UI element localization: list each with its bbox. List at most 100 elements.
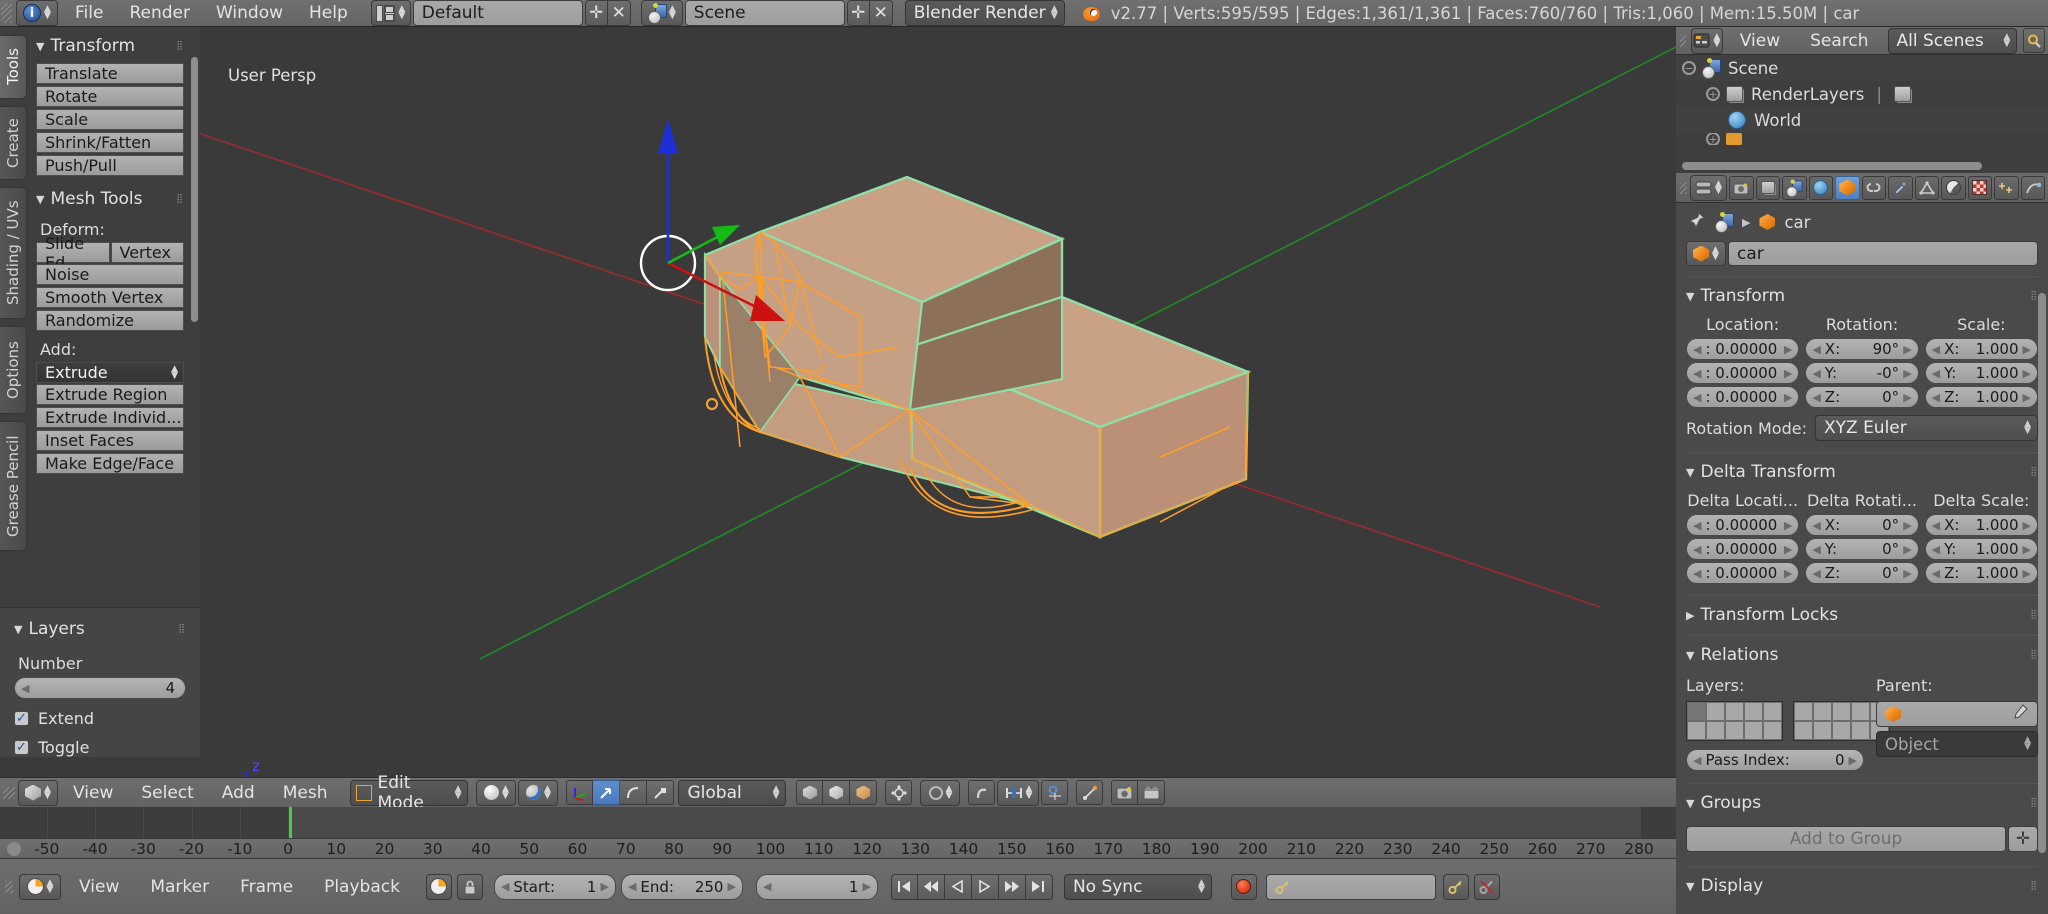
button-add-group-plus[interactable]: ✛ — [2008, 826, 2038, 852]
field-parent-object[interactable] — [1876, 701, 2038, 727]
scene-icon[interactable] — [1715, 212, 1734, 233]
layer-cell[interactable] — [1851, 702, 1870, 721]
dropdown-extrude[interactable]: Extrude ▲ ▼ — [36, 362, 184, 383]
field-pass-index[interactable]: ◀ Pass Index: 0 ▶ — [1686, 749, 1864, 771]
button-inset-faces[interactable]: Inset Faces — [36, 430, 184, 451]
field-location-x[interactable]: ◀: 0.00000 ▶ — [1686, 338, 1800, 360]
layer-cell[interactable] — [1813, 721, 1832, 740]
auto-keyframe-button[interactable] — [1230, 873, 1257, 900]
field-end-frame[interactable]: ◀ End: 250 ▶ — [620, 873, 743, 900]
proportional-edit-selector[interactable]: ▲ ▼ — [920, 779, 961, 806]
tab-shading-uvs[interactable]: Shading / UVs — [0, 187, 27, 319]
v3d-menu-view[interactable]: View — [60, 780, 126, 806]
editor-type-selector-properties[interactable]: ▲ ▼ — [1689, 174, 1728, 201]
add-screen-button[interactable]: ✛ — [584, 0, 608, 26]
render-layers-icon[interactable] — [1893, 86, 1911, 102]
layer-cell[interactable] — [1687, 702, 1706, 721]
layer-cell[interactable] — [1744, 702, 1763, 721]
properties-scrollbar[interactable] — [2038, 293, 2046, 853]
sync-mode-selector[interactable]: No Sync ▲ ▼ — [1063, 873, 1212, 900]
menu-help[interactable]: Help — [296, 0, 361, 26]
layer-cell[interactable] — [1794, 702, 1813, 721]
outliner-display-mode-selector[interactable]: All Scenes ▲ ▼ — [1887, 27, 2018, 54]
screen-layout-name-field[interactable]: Default — [412, 0, 583, 26]
layer-cell[interactable] — [1851, 721, 1870, 740]
properties-tab-data[interactable] — [1914, 175, 1940, 200]
insert-keyframe-button[interactable] — [1442, 873, 1469, 900]
layer-cell[interactable] — [1706, 702, 1725, 721]
layer-cell[interactable] — [1832, 721, 1851, 740]
add-scene-button[interactable]: ✛ — [846, 0, 870, 26]
expand-icon[interactable]: + — [1706, 133, 1720, 145]
checkbox-extend[interactable]: ✓ Extend — [14, 709, 186, 728]
field-start-frame[interactable]: ◀ Start: 1 ▶ — [493, 873, 616, 900]
timeline-menu-playback[interactable]: Playback — [311, 874, 413, 900]
outliner-filter-search-icon[interactable] — [2023, 28, 2045, 53]
render-animation-button[interactable] — [1138, 780, 1166, 805]
pivot-point-selector[interactable]: ▲ ▼ — [518, 779, 559, 806]
field-delta-location-z[interactable]: ◀: 0.00000 ▶ — [1686, 562, 1800, 584]
editor-type-selector-outliner[interactable]: ▲ ▼ — [1690, 27, 1723, 54]
translate-manipulator-button[interactable] — [593, 780, 621, 805]
transform-orientation-selector[interactable]: Global ▲ ▼ — [678, 779, 787, 806]
layer-cell[interactable] — [1813, 702, 1832, 721]
checkbox-toggle[interactable]: ✓ Toggle — [14, 738, 186, 757]
outliner-row-renderlayers[interactable]: + RenderLayers | — [1676, 81, 2048, 107]
snap-element-selector[interactable]: ▲ ▼ — [997, 779, 1040, 806]
outliner-menu-search[interactable]: Search — [1797, 28, 1881, 54]
timeline-menu-marker[interactable]: Marker — [137, 874, 222, 900]
field-location-z[interactable]: ◀: 0.00000 ▶ — [1686, 386, 1800, 408]
collapse-icon[interactable]: − — [1682, 61, 1696, 75]
tool-shelf-scrollbar[interactable] — [191, 57, 198, 322]
expand-icon[interactable]: + — [1706, 87, 1720, 101]
tab-create[interactable]: Create — [0, 106, 27, 180]
menu-file[interactable]: File — [62, 0, 116, 26]
button-extrude-individual[interactable]: Extrude Individ... — [36, 407, 184, 428]
panel-header-transform-locks[interactable]: ▶ Transform Locks ⣿ — [1686, 602, 2038, 628]
field-delta-location-x[interactable]: ◀: 0.00000 ▶ — [1686, 514, 1800, 536]
jump-to-start-button[interactable] — [890, 873, 918, 900]
button-rotate[interactable]: Rotate — [36, 86, 184, 107]
field-delta-location-y[interactable]: ◀: 0.00000 ▶ — [1686, 538, 1800, 560]
editor-type-selector-timeline[interactable]: ▲ ▼ — [19, 873, 61, 900]
field-rotation-y[interactable]: ◀ Y: -0° ▶ — [1805, 362, 1919, 384]
timeline-scroll-knob[interactable] — [7, 842, 21, 856]
field-delta-scale-x[interactable]: ◀ X: 1.000 ▶ — [1924, 514, 2038, 536]
outliner-menu-view[interactable]: View — [1727, 28, 1793, 54]
field-delta-scale-z[interactable]: ◀ Z: 1.000 ▶ — [1924, 562, 2038, 584]
properties-tab-texture[interactable] — [1967, 175, 1993, 200]
pin-id-icon[interactable] — [1688, 211, 1706, 233]
button-make-edge-face[interactable]: Make Edge/Face — [36, 453, 184, 474]
outliner-row-world[interactable]: World — [1676, 107, 2048, 133]
area-corner-grip[interactable] — [1679, 181, 1688, 195]
field-scale-y[interactable]: ◀ Y: 1.000 ▶ — [1924, 362, 2038, 384]
snap-magnet-button[interactable] — [968, 780, 996, 805]
layer-cell[interactable] — [1763, 702, 1782, 721]
field-delta-scale-y[interactable]: ◀ Y: 1.000 ▶ — [1924, 538, 2038, 560]
use-preview-range-button[interactable] — [425, 873, 452, 900]
field-scale-x[interactable]: ◀ X: 1.000 ▶ — [1924, 338, 2038, 360]
properties-tab-constraints[interactable] — [1861, 175, 1887, 200]
auto-merge-button[interactable] — [1076, 780, 1104, 805]
v3d-menu-select[interactable]: Select — [128, 780, 206, 806]
editor-type-selector-3dview[interactable]: ▲ ▼ — [18, 779, 58, 806]
jump-to-end-button[interactable] — [1025, 873, 1053, 900]
timeline-menu-view[interactable]: View — [66, 874, 132, 900]
scene-name-field[interactable]: Scene — [684, 0, 845, 26]
properties-tab-physics[interactable] — [2020, 175, 2046, 200]
area-corner-grip[interactable] — [0, 0, 14, 27]
menu-render[interactable]: Render — [116, 0, 203, 26]
vertex-select-mode-button[interactable] — [796, 780, 824, 805]
menu-window[interactable]: Window — [203, 0, 296, 26]
viewport-shading-selector[interactable]: ▲ ▼ — [476, 779, 517, 806]
button-smooth-vertex[interactable]: Smooth Vertex — [36, 287, 184, 308]
button-randomize[interactable]: Randomize — [36, 310, 184, 331]
play-reverse-button[interactable] — [944, 873, 972, 900]
snap-target-button[interactable] — [1041, 780, 1069, 805]
panel-header-object-transform[interactable]: ▼ Transform ⣿ — [1686, 283, 2038, 309]
rotation-mode-selector[interactable]: XYZ Euler ▲ ▼ — [1814, 415, 2038, 441]
field-delta-rotation-z[interactable]: ◀ Z: 0° ▶ — [1805, 562, 1919, 584]
button-extrude-region[interactable]: Extrude Region — [36, 384, 184, 405]
panel-header-display[interactable]: ▼ Display ⣿ — [1686, 873, 2038, 899]
properties-tab-render[interactable] — [1729, 175, 1754, 200]
